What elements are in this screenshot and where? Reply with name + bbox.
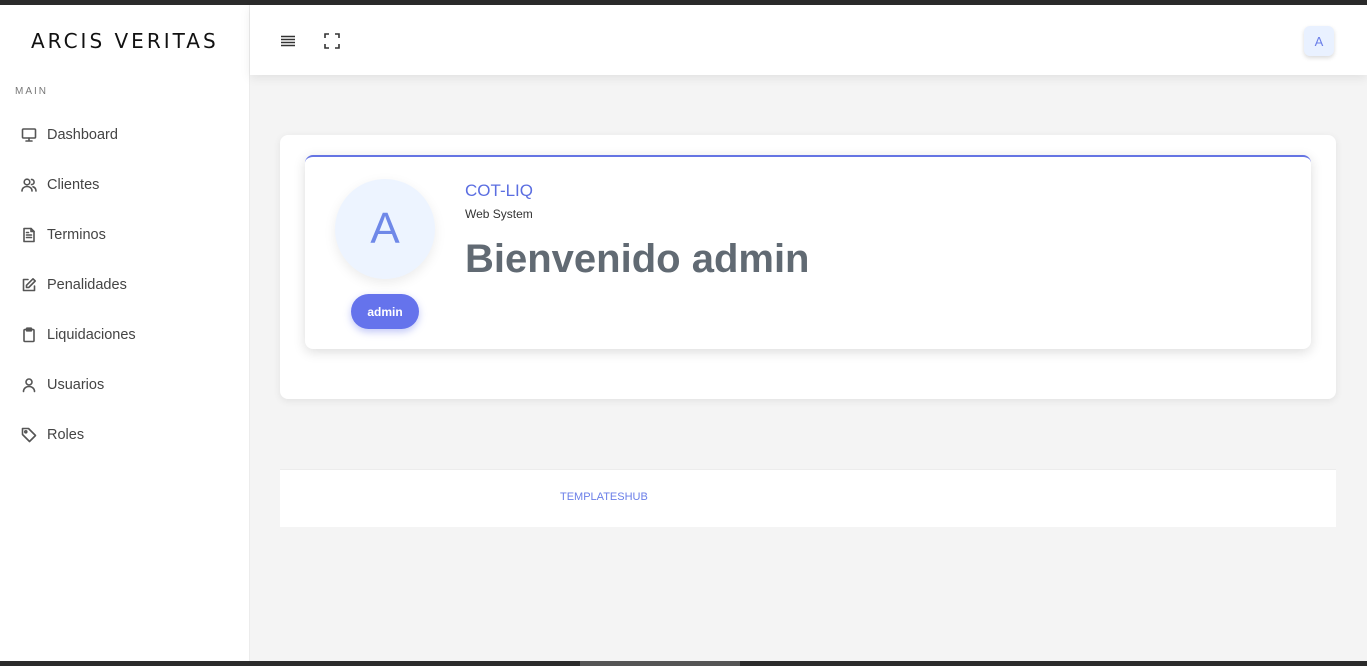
- sidebar-item-label: Roles: [47, 427, 85, 443]
- user-avatar-button[interactable]: A: [1304, 26, 1334, 56]
- welcome-card: A admin COT-LIQ Web System Bienvenido ad…: [305, 155, 1311, 349]
- sidebar-item-label: Liquidaciones: [47, 327, 136, 343]
- sidebar: ARCIS VERITAS MAIN Dashboard Clientes Te…: [0, 5, 250, 661]
- sidebar-item-label: Dashboard: [47, 127, 118, 143]
- user-icon: [20, 377, 37, 394]
- sidebar-item-label: Usuarios: [47, 377, 105, 393]
- sidebar-item-dashboard[interactable]: Dashboard: [0, 110, 250, 160]
- welcome-heading: Bienvenido admin: [465, 237, 810, 281]
- sidebar-item-roles[interactable]: Roles: [0, 410, 250, 460]
- window-bottom-bar: [0, 661, 1367, 666]
- sidebar-item-penalidades[interactable]: Penalidades: [0, 260, 250, 310]
- edit-icon: [20, 277, 37, 294]
- sidebar-item-label: Penalidades: [47, 277, 127, 293]
- sidebar-section-label: MAIN: [15, 86, 48, 97]
- hamburger-icon[interactable]: [278, 31, 298, 51]
- fullscreen-icon[interactable]: [322, 31, 342, 51]
- sidebar-item-terminos[interactable]: Terminos: [0, 210, 250, 260]
- monitor-icon: [20, 127, 37, 144]
- profile-avatar: A: [335, 179, 435, 279]
- horizontal-scrollbar[interactable]: [580, 661, 740, 666]
- sidebar-item-liquidaciones[interactable]: Liquidaciones: [0, 310, 250, 360]
- app-name: COT-LIQ: [465, 181, 534, 200]
- top-navbar: A: [250, 5, 1367, 75]
- brand-logo[interactable]: ARCIS VERITAS: [31, 29, 219, 53]
- sidebar-item-usuarios[interactable]: Usuarios: [0, 360, 250, 410]
- sidebar-item-label: Clientes: [47, 177, 100, 193]
- app-subtitle: Web System: [465, 207, 533, 221]
- document-icon: [20, 227, 37, 244]
- sidebar-item-label: Terminos: [47, 227, 106, 243]
- sidebar-nav: Dashboard Clientes Terminos Penalidades …: [0, 110, 250, 460]
- dashboard-card: A admin COT-LIQ Web System Bienvenido ad…: [280, 135, 1336, 399]
- users-icon: [20, 177, 37, 194]
- page-footer: TEMPLATESHUB: [280, 469, 1336, 527]
- role-badge[interactable]: admin: [351, 294, 419, 329]
- footer-link[interactable]: TEMPLATESHUB: [560, 491, 648, 503]
- sidebar-item-clientes[interactable]: Clientes: [0, 160, 250, 210]
- clipboard-icon: [20, 327, 37, 344]
- tag-icon: [20, 427, 37, 444]
